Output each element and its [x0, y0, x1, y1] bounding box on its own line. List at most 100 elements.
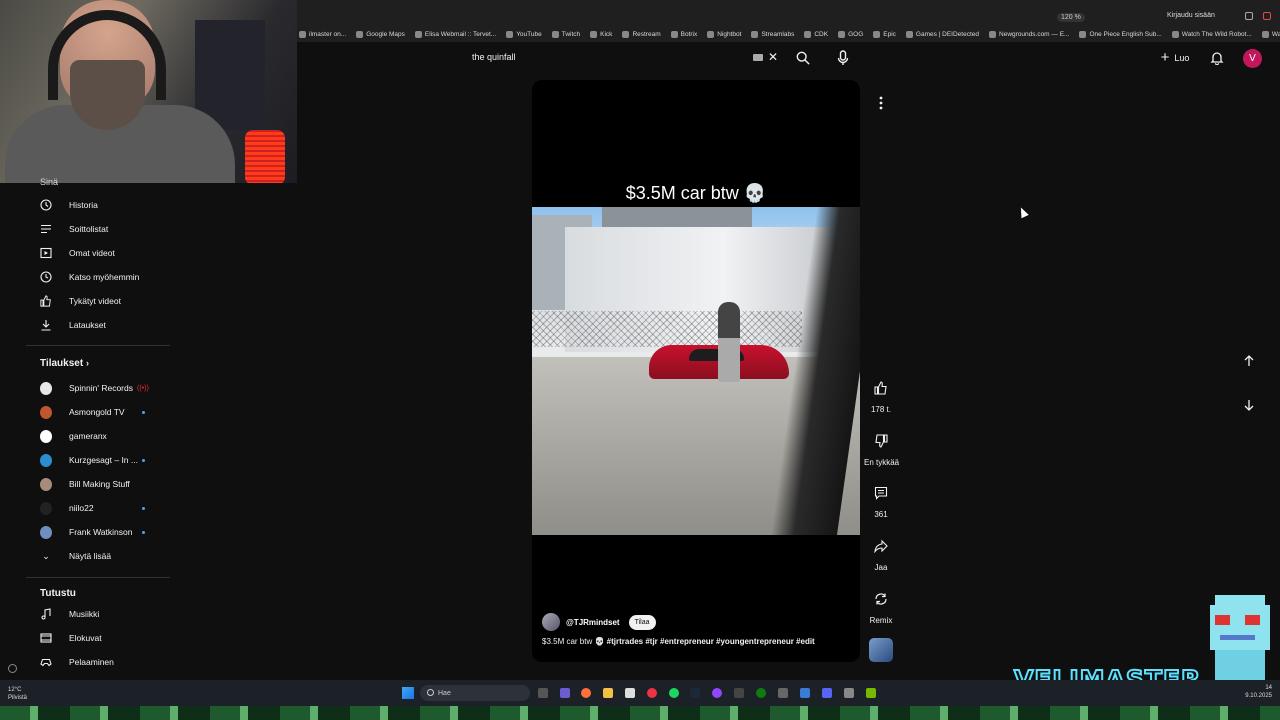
notifications-bell-icon[interactable]	[1210, 51, 1224, 65]
sidebar-item[interactable]: gameranx	[26, 425, 170, 447]
bookmark-item[interactable]: Google Maps	[356, 30, 405, 38]
system-clock[interactable]: 14 9.10.2025	[1240, 684, 1272, 700]
video-frame[interactable]	[532, 207, 860, 535]
like-action[interactable]: 178 t.	[864, 375, 898, 414]
channel-avatar-icon	[40, 477, 52, 491]
thumbs-up-icon[interactable]	[874, 381, 888, 395]
sidebar-item[interactable]: Lataukset	[26, 314, 170, 336]
bookmark-item[interactable]: Botrix	[670, 30, 697, 38]
bookmark-item[interactable]: Watch Novocaine Engl...	[1261, 30, 1280, 38]
live-icon: ((•))	[137, 384, 149, 392]
bookmark-item[interactable]: ilmaster on...	[299, 30, 346, 38]
bookmark-item[interactable]: Streamlabs	[751, 30, 794, 38]
search-input[interactable]: the quinfall	[472, 52, 516, 62]
xbox-icon[interactable]	[756, 688, 766, 698]
sidebar-item[interactable]: Omat videot	[26, 242, 170, 264]
settings-icon[interactable]	[8, 664, 17, 673]
bookmark-item[interactable]: Elisa Webmail :: Tervet...	[414, 30, 496, 38]
bookmark-favicon-icon	[1171, 30, 1179, 38]
bookmark-item[interactable]: One Piece English Sub...	[1079, 30, 1162, 38]
channel-avatar-icon	[40, 525, 52, 539]
bookmark-favicon-icon	[670, 30, 678, 38]
sidebar-item[interactable]: Elokuvat	[26, 627, 170, 649]
show-more-button[interactable]: ⌄ Näytä lisää	[26, 545, 170, 567]
windows-start-icon[interactable]	[402, 687, 414, 699]
you-section-title[interactable]: Sinä	[40, 177, 58, 187]
discord-icon[interactable]	[822, 688, 832, 698]
steam-icon[interactable]	[690, 688, 700, 698]
sidebar-item[interactable]: niilo22	[26, 497, 170, 519]
search-box[interactable]: the quinfall ✕	[462, 46, 792, 70]
search-icon[interactable]	[796, 51, 810, 65]
app-icon[interactable]	[844, 688, 854, 698]
thumbs-down-icon[interactable]	[874, 434, 888, 448]
weather-widget[interactable]: 12°C Pilvistä	[8, 686, 27, 702]
close-window-icon[interactable]	[1263, 12, 1271, 20]
comment-icon[interactable]	[874, 486, 888, 500]
share-icon[interactable]	[874, 539, 888, 553]
bookmark-item[interactable]: Nightbot	[707, 30, 741, 38]
user-avatar[interactable]: V	[1243, 49, 1262, 68]
bookmark-item[interactable]: Games | DEIDetected	[905, 30, 979, 38]
taskbar-search[interactable]: Hae	[420, 685, 530, 701]
keyboard-icon[interactable]	[753, 54, 763, 61]
sidebar-item[interactable]: Soittolistat	[26, 218, 170, 240]
sidebar-item[interactable]: Kurzgesagt – In ...	[26, 449, 170, 471]
obs-icon[interactable]	[712, 688, 722, 698]
settings-app-icon[interactable]	[778, 688, 788, 698]
teams-icon[interactable]	[560, 688, 570, 698]
sidebar-item[interactable]: Historia	[26, 194, 170, 216]
next-short-button[interactable]	[1236, 392, 1262, 418]
nvidia-icon[interactable]	[866, 688, 876, 698]
sidebar-item[interactable]: Frank Watkinson	[26, 521, 170, 543]
sidebar-item[interactable]: Bill Making Stuff	[26, 473, 170, 495]
sidebar-item[interactable]: Asmongold TV	[26, 401, 170, 423]
app-icon[interactable]	[734, 688, 744, 698]
spotify-icon[interactable]	[669, 688, 679, 698]
task-view-icon[interactable]	[538, 688, 548, 698]
sidebar-item[interactable]: Katso myöhemmin	[26, 266, 170, 288]
firefox-icon[interactable]	[581, 688, 591, 698]
video-description[interactable]: $3.5M car btw 💀 #tjrtrades #tjr #entrepr…	[542, 637, 815, 646]
bookmark-item[interactable]: Watch The Wild Robot...	[1171, 30, 1252, 38]
bookmark-item[interactable]: Newgrounds.com — E...	[989, 30, 1069, 38]
bookmark-item[interactable]: Epic	[873, 30, 896, 38]
bookmark-item[interactable]: Restream	[622, 30, 661, 38]
previous-short-button[interactable]	[1236, 348, 1262, 374]
file-explorer-icon[interactable]	[603, 688, 613, 698]
remix-icon[interactable]	[874, 592, 888, 606]
signin-link[interactable]: Kirjaudu sisään	[1167, 12, 1215, 19]
sound-thumbnail[interactable]	[869, 638, 893, 662]
comments-action[interactable]: 361	[864, 480, 898, 519]
subscribe-button[interactable]: Tilaa	[628, 614, 656, 630]
remix-action[interactable]: Remix	[864, 586, 898, 625]
minimize-icon[interactable]	[1245, 12, 1253, 20]
hashtags[interactable]: #tjrtrades #tjr #entrepreneur #youngentr…	[607, 637, 815, 646]
channel-handle[interactable]: @TJRmindset	[566, 618, 620, 627]
bookmark-item[interactable]: Kick	[590, 30, 612, 38]
store-icon[interactable]	[625, 688, 635, 698]
sidebar-item[interactable]: Musiikki	[26, 603, 170, 625]
bookmark-favicon-icon	[299, 30, 306, 38]
sidebar-item[interactable]: Pelaaminen	[26, 651, 170, 673]
bookmark-item[interactable]: Twitch	[551, 30, 580, 38]
bookmark-item[interactable]: GOG	[838, 30, 863, 38]
channel-avatar-icon	[40, 501, 52, 515]
sidebar-item[interactable]: Spinnin' Records ((•))	[26, 377, 170, 399]
clear-search-icon[interactable]: ✕	[768, 50, 778, 64]
more-options-icon[interactable]	[871, 93, 891, 113]
chrome-icon[interactable]	[647, 688, 657, 698]
dislike-action[interactable]: En tykkää	[864, 428, 899, 467]
app-icon[interactable]	[800, 688, 810, 698]
subscriptions-title[interactable]: Tilaukset ›	[40, 358, 89, 369]
create-button[interactable]: + Luo	[1152, 46, 1198, 70]
channel-avatar[interactable]	[542, 613, 560, 631]
shorts-player[interactable]: $3.5M car btw 💀 @TJRmindset Tilaa $3.5M …	[532, 80, 860, 662]
bookmark-item[interactable]: YouTube	[506, 30, 542, 38]
sidebar-item[interactable]: Tykätyt videot	[26, 290, 170, 312]
mic-icon[interactable]	[837, 50, 849, 66]
share-action[interactable]: Jaa	[864, 533, 898, 572]
bookmark-item[interactable]: CDK	[804, 30, 828, 38]
zoom-level[interactable]: 120 %	[1057, 13, 1085, 22]
bookmark-favicon-icon	[551, 30, 559, 38]
